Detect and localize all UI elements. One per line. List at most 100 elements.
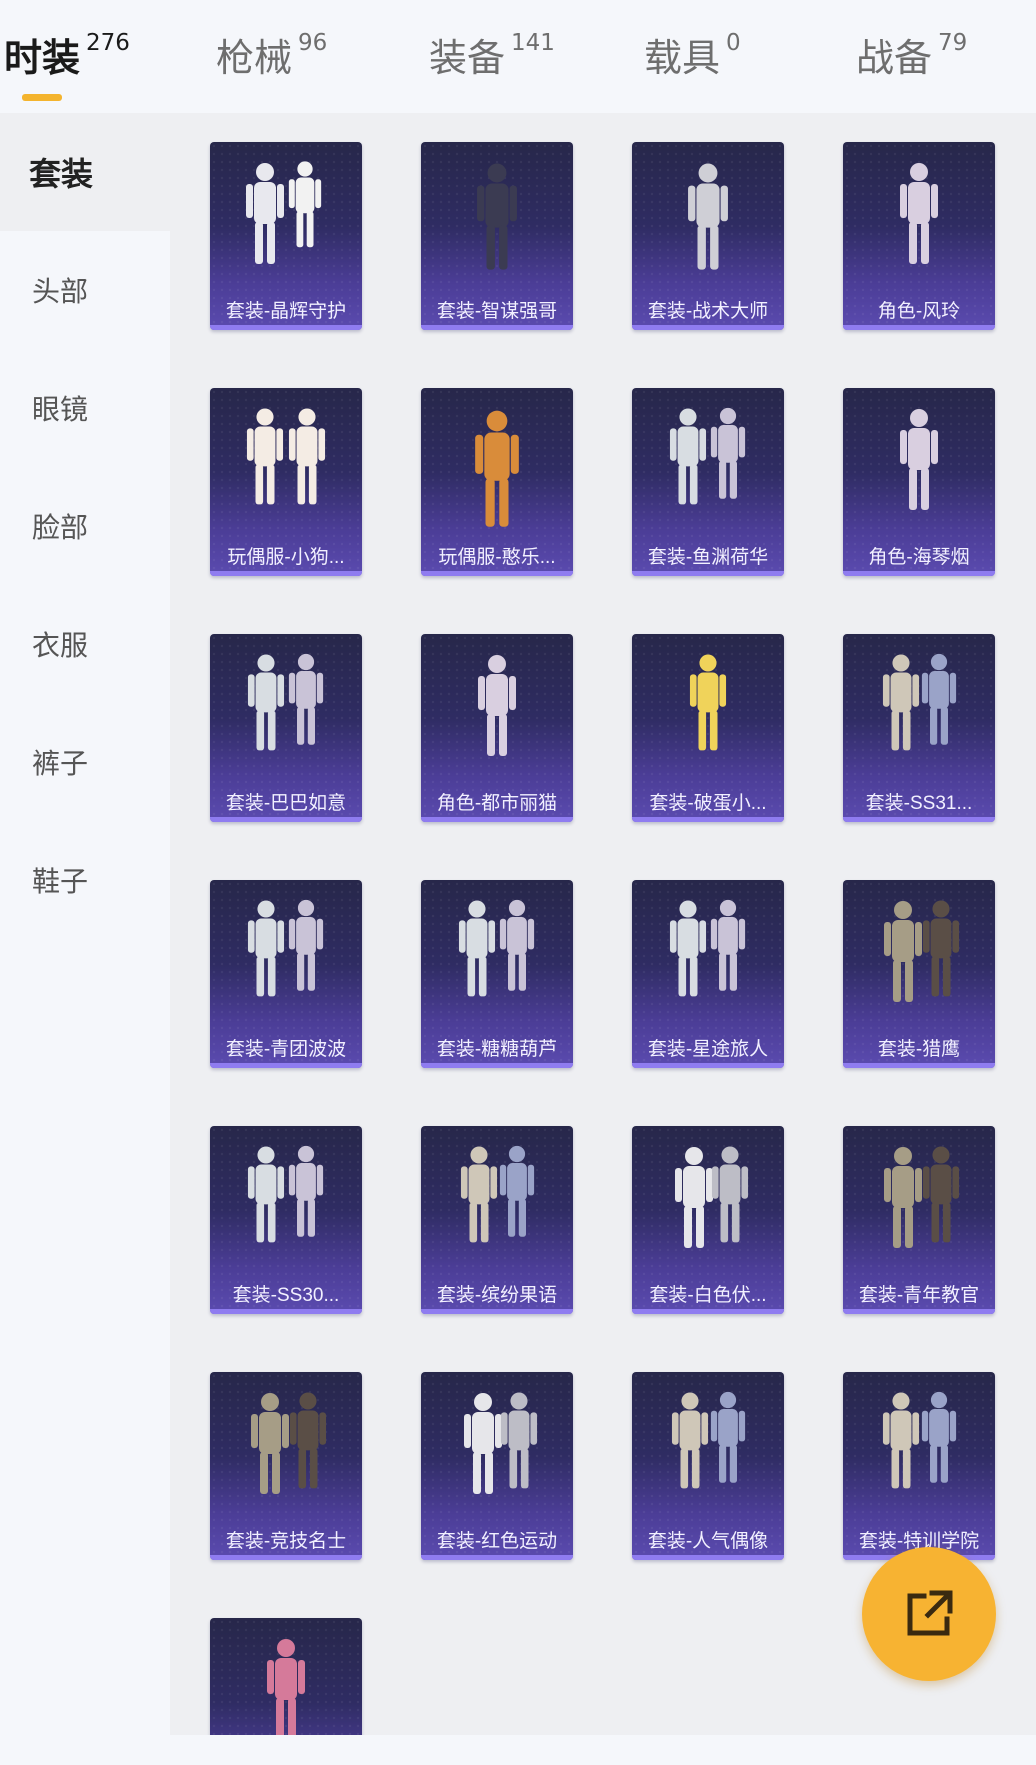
sidebar-item-label: 裤子 — [32, 747, 89, 780]
hoodie-pants-icon-art — [675, 1146, 749, 1248]
couple-outfit-icon-art — [247, 1145, 324, 1243]
item-grid: 套装-晶辉守护 套装-智谋强哥 套装-战术大师 角色-风玲 玩偶服-小狗... … — [170, 113, 1036, 1735]
jacket-pants-icon — [843, 1136, 995, 1268]
item-card[interactable]: 套装-智谋强哥 — [421, 142, 573, 330]
card-rarity-bar — [632, 1063, 784, 1068]
item-card-label: 套装-战术大师 — [647, 301, 769, 322]
tab-equipment[interactable]: 装备 141 — [429, 28, 555, 88]
item-card[interactable]: 角色-海琴烟 — [843, 388, 995, 576]
couple-outfit-icon — [210, 1136, 362, 1268]
item-card[interactable]: 套装-SS31... — [843, 634, 995, 822]
item-card[interactable]: 套装-人气偶像 — [632, 1372, 784, 1560]
share-button[interactable] — [862, 1547, 996, 1681]
item-card-label: 套装-猎鹰 — [877, 1039, 961, 1060]
tab-vehicles[interactable]: 载具 0 — [644, 28, 741, 88]
item-card[interactable]: 套装-破蛋小... — [632, 634, 784, 822]
tab-label: 枪械 — [216, 36, 293, 80]
tab-count: 276 — [86, 30, 130, 56]
card-rarity-bar — [632, 817, 784, 822]
man-suit-outfit-icon — [421, 152, 573, 284]
outfit-set-icon — [843, 644, 995, 776]
item-card-label: 套装-青团波波 — [225, 1039, 347, 1060]
pink-character-icon — [210, 1628, 362, 1735]
active-tab-indicator — [22, 94, 62, 101]
item-card[interactable]: 套装-青年教官 — [843, 1126, 995, 1314]
item-card[interactable]: 套装-青团波波 — [210, 880, 362, 1068]
item-card-label: 玩偶服-憨乐... — [438, 547, 556, 568]
card-rarity-bar — [421, 1555, 573, 1560]
item-card[interactable]: 角色-风玲 — [843, 142, 995, 330]
bottom-bar — [0, 1735, 1036, 1765]
subcategory-sidebar: 套装 头部 眼镜 脸部 衣服 裤子 鞋子 — [0, 113, 170, 1735]
tab-label: 时装 — [4, 36, 81, 80]
item-card[interactable]: 玩偶服-憨乐... — [421, 388, 573, 576]
item-card[interactable]: 套装-巴巴如意 — [210, 634, 362, 822]
couple-outfit-icon — [632, 398, 784, 530]
couple-outfit-icon-art — [247, 899, 324, 997]
outfit-set-icon — [421, 1136, 573, 1268]
female-character-icon — [843, 152, 995, 284]
tab-fashion[interactable]: 时装 276 — [4, 28, 130, 88]
item-card[interactable]: 套装-战术大师 — [632, 142, 784, 330]
hoodie-pants-icon — [632, 1136, 784, 1268]
item-card[interactable]: 套装-红色运动 — [421, 1372, 573, 1560]
sidebar-item-shoes[interactable]: 鞋子 — [0, 821, 170, 939]
sidebar-item-glasses[interactable]: 眼镜 — [0, 349, 170, 467]
item-card-label: 套装-糖糖葫芦 — [436, 1039, 558, 1060]
card-rarity-bar — [632, 571, 784, 576]
item-card[interactable]: 套装-白色伏... — [632, 1126, 784, 1314]
sidebar-item-label: 眼镜 — [32, 393, 89, 426]
outfit-set-icon — [632, 1382, 784, 1514]
tab-count: 96 — [298, 30, 328, 56]
couple-outfit-icon-art — [669, 899, 746, 997]
item-card[interactable]: 套装-猎鹰 — [843, 880, 995, 1068]
category-tab-bar: 时装 276 枪械 96 装备 141 载具 0 战备 79 — [0, 0, 1036, 113]
item-card[interactable]: 套装-SS30... — [210, 1126, 362, 1314]
item-card-label: 角色-都市丽猫 — [436, 793, 558, 814]
tab-count: 141 — [511, 30, 555, 56]
item-card[interactable]: 套装-缤纷果语 — [421, 1126, 573, 1314]
card-rarity-bar — [210, 817, 362, 822]
card-rarity-bar — [843, 1063, 995, 1068]
jacket-pants-icon-art — [884, 1146, 960, 1248]
card-rarity-bar — [843, 1309, 995, 1314]
item-card[interactable]: 套装-晶辉守护 — [210, 142, 362, 330]
item-card-label: 套装-SS31... — [865, 793, 973, 814]
item-card[interactable]: 套装-特训学院 — [843, 1372, 995, 1560]
female-character-icon — [421, 644, 573, 776]
outfit-set-icon-art — [671, 1391, 746, 1489]
card-rarity-bar — [843, 817, 995, 822]
item-card[interactable]: 套装-鱼渊荷华 — [632, 388, 784, 576]
hoodie-pants-icon-art — [464, 1392, 538, 1494]
tab-label: 载具 — [644, 36, 721, 80]
sidebar-item-clothes[interactable]: 衣服 — [0, 585, 170, 703]
item-card-label: 套装-青年教官 — [858, 1285, 980, 1306]
item-card-label: 套装-SS30... — [232, 1285, 340, 1306]
tab-supplies[interactable]: 战备 79 — [856, 28, 967, 88]
item-card-label: 角色-海琴烟 — [868, 547, 970, 568]
outfit-set-icon-art — [460, 1145, 535, 1243]
white-couple-outfit-icon-art — [246, 161, 322, 264]
card-rarity-bar — [421, 571, 573, 576]
item-card-label: 套装-竞技名士 — [225, 1531, 347, 1552]
share-icon — [907, 1590, 953, 1636]
card-rarity-bar — [632, 325, 784, 330]
item-card[interactable]: 套装-星途旅人 — [632, 880, 784, 1068]
sidebar-item-head[interactable]: 头部 — [0, 231, 170, 349]
item-card[interactable] — [210, 1618, 362, 1735]
tab-guns[interactable]: 枪械 96 — [216, 28, 327, 88]
item-card[interactable]: 玩偶服-小狗... — [210, 388, 362, 576]
item-card[interactable]: 角色-都市丽猫 — [421, 634, 573, 822]
card-rarity-bar — [421, 1063, 573, 1068]
sidebar-item-label: 鞋子 — [32, 865, 89, 898]
tab-label: 装备 — [429, 36, 506, 80]
jacket-pants-icon — [210, 1382, 362, 1514]
female-character-icon — [843, 398, 995, 530]
sidebar-item-outfit-set[interactable]: 套装 — [0, 113, 170, 231]
card-rarity-bar — [843, 571, 995, 576]
item-card[interactable]: 套装-糖糖葫芦 — [421, 880, 573, 1068]
sidebar-item-pants[interactable]: 裤子 — [0, 703, 170, 821]
item-card[interactable]: 套装-竞技名士 — [210, 1372, 362, 1560]
chick-costume-icon-art — [689, 654, 727, 751]
sidebar-item-face[interactable]: 脸部 — [0, 467, 170, 585]
